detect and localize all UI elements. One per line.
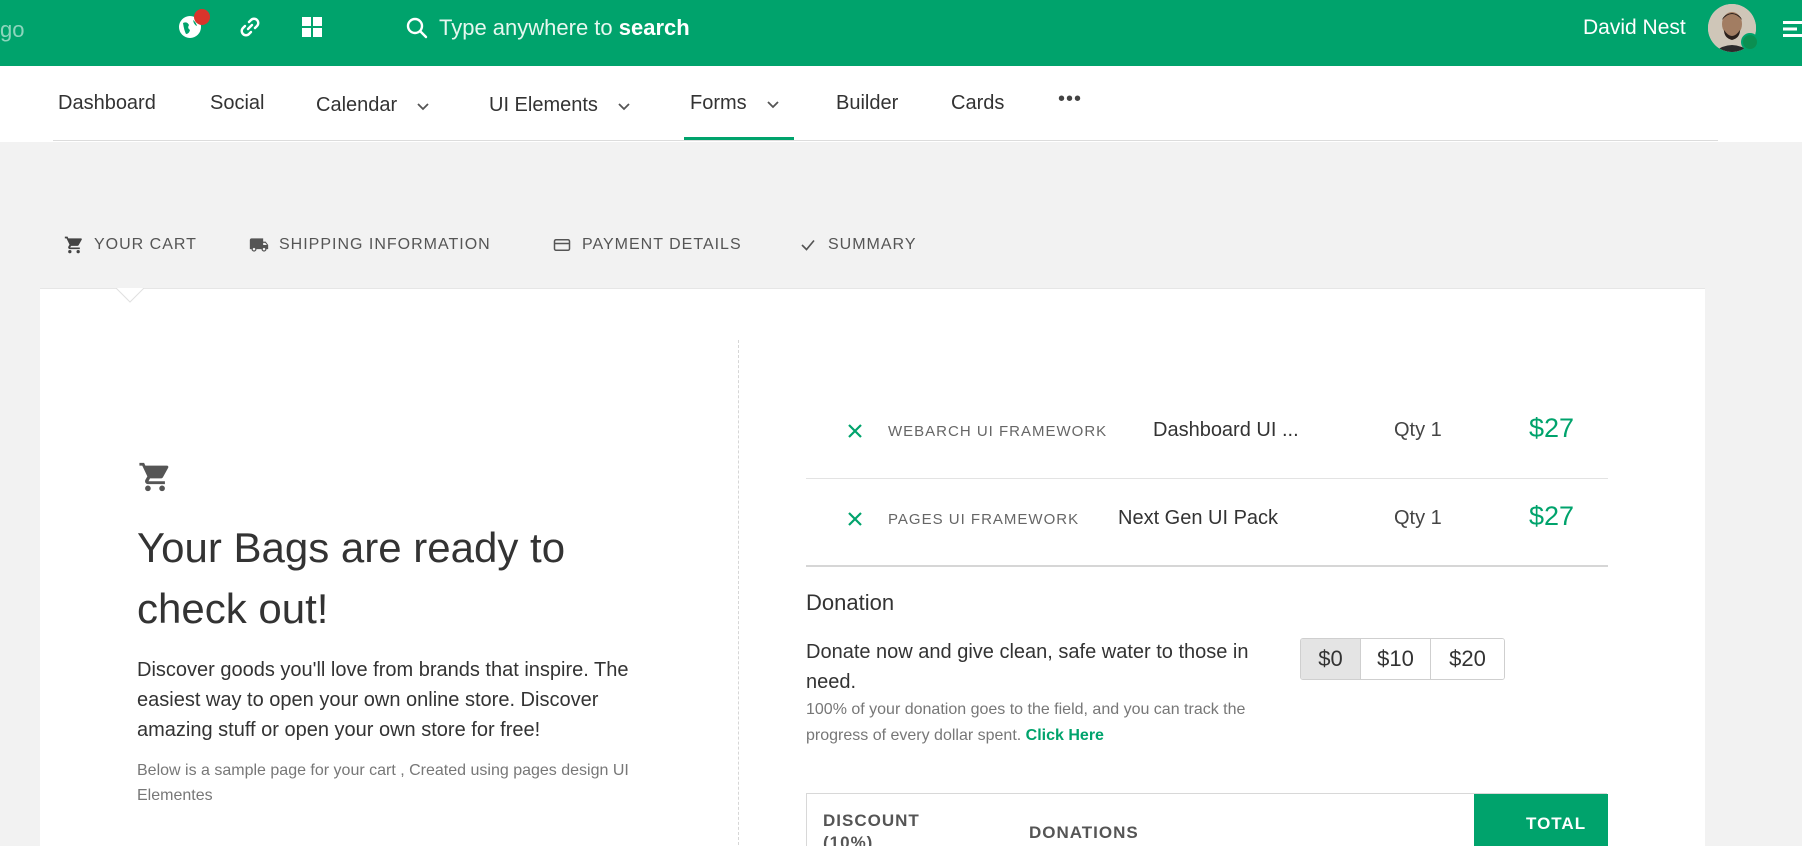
item-price: $27 — [1529, 501, 1575, 531]
donation-amount-selector: $0 $10 $20 — [1300, 638, 1505, 680]
donations-label: DONATIONS — [1029, 823, 1139, 842]
search-icon — [406, 17, 428, 39]
item-brand: WEBARCH UI FRAMEWORK — [888, 423, 1108, 440]
discount-label: DISCOUNT (10%) — [823, 811, 920, 846]
nav-item-dashboard[interactable]: Dashboard — [58, 92, 156, 115]
step-your-cart[interactable]: YOUR CART — [64, 235, 197, 255]
item-product: Dashboard UI ... — [1153, 419, 1299, 441]
donation-option-20[interactable]: $20 — [1431, 639, 1504, 679]
click-here-link[interactable]: Click Here — [1026, 727, 1104, 744]
item-quantity[interactable]: Qty 1 — [1394, 419, 1442, 442]
nav-item-calendar[interactable]: Calendar — [316, 94, 429, 117]
donation-option-10[interactable]: $10 — [1361, 639, 1431, 679]
truck-icon — [249, 235, 269, 255]
donation-option-0[interactable]: $0 — [1301, 639, 1361, 679]
donation-subtext: 100% of your donation goes to the field,… — [806, 701, 1246, 744]
item-brand: PAGES UI FRAMEWORK — [888, 511, 1080, 528]
chevron-down-icon — [417, 98, 429, 114]
search-bar[interactable]: Type anywhere to search — [405, 12, 690, 44]
logo[interactable]: go — [0, 17, 24, 43]
total-cell: TOTAL — [1474, 794, 1608, 846]
nav-divider — [53, 140, 1718, 141]
notification-badge — [194, 9, 210, 25]
totals-table: DISCOUNT (10%) DONATIONS TOTAL — [806, 793, 1608, 846]
hero-description: Discover goods you'll love from brands t… — [137, 659, 629, 741]
cart-icon — [138, 460, 172, 494]
item-price: $27 — [1529, 413, 1575, 443]
cart-item-row: WEBARCH UI FRAMEWORK Dashboard UI ... Qt… — [806, 391, 1608, 479]
total-label: TOTAL — [1526, 814, 1587, 833]
menu-icon[interactable] — [1783, 20, 1802, 38]
globe-icon[interactable] — [176, 9, 210, 41]
main-navigation — [0, 66, 1802, 142]
item-quantity[interactable]: Qty 1 — [1394, 507, 1442, 530]
nav-item-cards[interactable]: Cards — [951, 92, 1004, 115]
cart-item-row: PAGES UI FRAMEWORK Next Gen UI Pack Qty … — [806, 479, 1608, 567]
donation-title: Donation — [806, 590, 895, 615]
step-shipping-information[interactable]: SHIPPING INFORMATION — [249, 235, 491, 255]
donation-text: Donate now and give clean, safe water to… — [806, 641, 1249, 693]
remove-item-icon[interactable] — [844, 508, 866, 530]
top-bar: go Type anywhere to search David Nest — [0, 0, 1802, 66]
online-status-indicator — [1741, 33, 1759, 51]
active-step-pointer — [116, 280, 144, 303]
step-payment-details[interactable]: PAYMENT DETAILS — [552, 235, 742, 255]
chevron-down-icon — [767, 96, 779, 112]
nav-item-ui-elements[interactable]: UI Elements — [489, 94, 630, 117]
nav-item-forms[interactable]: Forms — [690, 92, 779, 115]
remove-item-icon[interactable] — [844, 420, 866, 442]
user-name[interactable]: David Nest — [1583, 16, 1686, 40]
nav-item-social[interactable]: Social — [210, 92, 264, 115]
chevron-down-icon — [618, 98, 630, 114]
nav-item-builder[interactable]: Builder — [836, 92, 898, 115]
check-icon — [798, 235, 818, 255]
grid-icon[interactable] — [298, 13, 326, 41]
cart-icon — [64, 235, 84, 255]
more-menu-icon[interactable]: ••• — [1058, 88, 1082, 111]
credit-card-icon — [552, 235, 572, 255]
column-divider — [738, 340, 739, 846]
link-icon[interactable] — [236, 13, 264, 41]
step-summary[interactable]: SUMMARY — [798, 235, 917, 255]
page-title: Your Bags are ready to check out! — [137, 524, 566, 632]
nav-active-indicator — [684, 137, 794, 140]
item-product: Next Gen UI Pack — [1118, 507, 1279, 529]
search-placeholder: Type anywhere to search — [439, 15, 690, 40]
hero-note: Below is a sample page for your cart , C… — [137, 762, 629, 804]
